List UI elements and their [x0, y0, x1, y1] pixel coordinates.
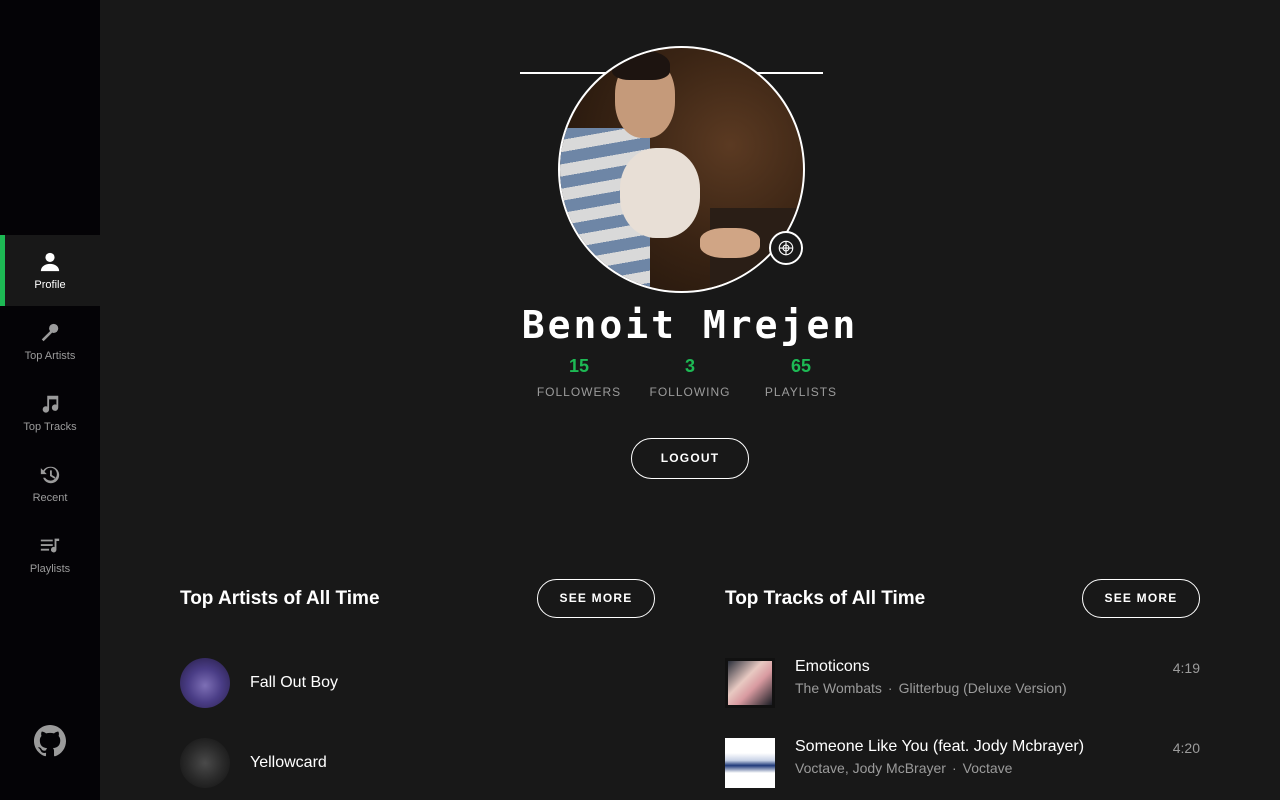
- sidebar-item-label: Recent: [32, 491, 68, 504]
- avatar-badge: [769, 231, 803, 265]
- stat-playlists: 65 PLAYLISTS: [746, 356, 856, 399]
- track-album: Voctave: [962, 760, 1013, 776]
- stat-label: FOLLOWERS: [536, 385, 622, 399]
- track-artists: Voctave, Jody McBrayer: [795, 760, 946, 776]
- top-tracks-title: Top Tracks of All Time: [725, 588, 926, 609]
- top-artists-see-more-button[interactable]: SEE MORE: [537, 579, 655, 618]
- music-note-icon: [39, 393, 61, 415]
- sidebar-item-playlists[interactable]: Playlists: [0, 519, 100, 590]
- track-meta: Voctave, Jody McBrayer · Voctave: [795, 760, 1012, 776]
- sidebar: Profile Top Artists Top Tracks Recent Pl…: [0, 0, 100, 800]
- album-art: [725, 738, 775, 788]
- artist-item[interactable]: Fall Out Boy: [180, 658, 338, 708]
- artist-image: [180, 658, 230, 708]
- stat-label: FOLLOWING: [649, 385, 731, 399]
- track-title: Emoticons: [795, 658, 870, 675]
- artist-item[interactable]: Yellowcard: [180, 738, 327, 788]
- app: Profile Top Artists Top Tracks Recent Pl…: [0, 0, 1280, 800]
- track-item[interactable]: Emoticons The Wombats · Glitterbug (Deluxe…: [725, 658, 1200, 708]
- separator-dot: ·: [887, 680, 893, 696]
- sidebar-item-label: Top Tracks: [23, 420, 77, 433]
- stat-value: 15: [568, 356, 590, 376]
- stat-value: 3: [684, 356, 695, 376]
- avatar-dog: [620, 148, 700, 238]
- sidebar-item-label: Profile: [34, 278, 66, 291]
- history-icon: [39, 464, 61, 486]
- stat-following: 3 FOLLOWING: [635, 356, 745, 399]
- sidebar-nav: Profile Top Artists Top Tracks Recent Pl…: [0, 235, 100, 590]
- sidebar-item-label: Playlists: [29, 562, 71, 575]
- album-art: [725, 658, 775, 708]
- sidebar-item-label: Top Artists: [24, 349, 76, 362]
- track-title: Someone Like You (feat. Jody Mcbrayer): [795, 738, 1085, 755]
- top-artists-title: Top Artists of All Time: [180, 588, 380, 609]
- stat-label: PLAYLISTS: [764, 385, 838, 399]
- sidebar-item-recent[interactable]: Recent: [0, 448, 100, 519]
- artist-name: Fall Out Boy: [250, 674, 339, 691]
- profile-name: Benoit Mrejen: [521, 303, 859, 347]
- artist-name: Yellowcard: [250, 754, 327, 771]
- playlist-icon: [39, 535, 61, 557]
- track-artists: The Wombats: [795, 680, 882, 696]
- sidebar-item-profile[interactable]: Profile: [0, 235, 100, 306]
- badge-icon: [778, 240, 794, 256]
- avatar: [558, 46, 805, 293]
- track-duration: 4:19: [1172, 660, 1200, 676]
- artist-image: [180, 738, 230, 788]
- avatar-hair: [612, 50, 670, 80]
- user-icon: [39, 251, 61, 273]
- avatar-hand: [700, 228, 760, 258]
- track-album: Glitterbug (Deluxe Version): [898, 680, 1067, 696]
- sidebar-item-top-tracks[interactable]: Top Tracks: [0, 377, 100, 448]
- logout-button[interactable]: LOGOUT: [631, 438, 749, 479]
- track-meta: The Wombats · Glitterbug (Deluxe Version): [795, 680, 1067, 696]
- stat-value: 65: [790, 356, 812, 376]
- top-tracks-see-more-button[interactable]: SEE MORE: [1082, 579, 1200, 618]
- track-item[interactable]: Someone Like You (feat. Jody Mcbrayer) V…: [725, 738, 1200, 788]
- track-duration: 4:20: [1172, 740, 1200, 756]
- github-icon[interactable]: [34, 725, 67, 757]
- separator-dot: ·: [951, 760, 957, 776]
- stat-followers: 15 FOLLOWERS: [524, 356, 634, 399]
